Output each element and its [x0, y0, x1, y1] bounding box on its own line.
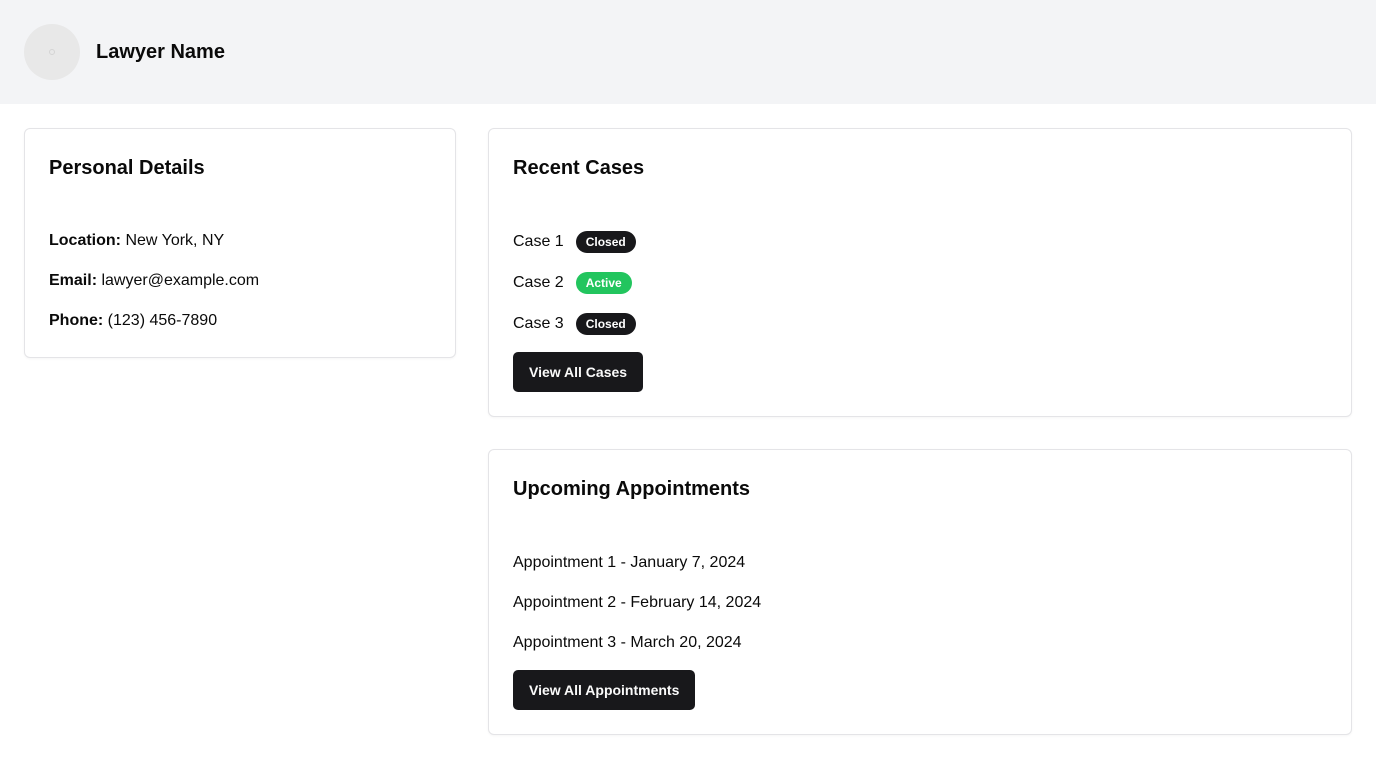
case-item[interactable]: Case 3 Closed: [513, 312, 636, 336]
appointment-item: Appointment 2 - February 14, 2024: [513, 594, 762, 611]
phone-label: Phone:: [49, 312, 104, 329]
location-label: Location:: [49, 232, 121, 249]
phone-value: (123) 456-7890: [107, 312, 218, 329]
case-name: Case 2: [513, 274, 564, 291]
lawyer-name: Lawyer Name: [96, 41, 225, 63]
case-item[interactable]: Case 1 Closed: [513, 230, 636, 254]
upcoming-appointments-card: Upcoming Appointments Appointment 1 - Ja…: [488, 449, 1352, 735]
profile-header: Lawyer Name: [0, 0, 1376, 104]
status-badge: Closed: [575, 313, 636, 335]
case-name: Case 3: [513, 315, 564, 332]
appointment-item: Appointment 3 - March 20, 2024: [513, 634, 742, 651]
status-badge: Closed: [575, 231, 636, 253]
personal-details-title: Personal Details: [49, 157, 205, 179]
phone-row: Phone: (123) 456-7890: [49, 311, 217, 331]
avatar-placeholder-icon: [49, 49, 55, 55]
email-row: Email: lawyer@example.com: [49, 271, 259, 291]
recent-cases-card: Recent Cases Case 1 Closed Case 2 Active…: [488, 128, 1352, 417]
email-label: Email:: [49, 272, 98, 289]
view-all-appointments-button[interactable]: View All Appointments: [513, 670, 696, 710]
upcoming-appointments-title: Upcoming Appointments: [513, 478, 751, 500]
recent-cases-title: Recent Cases: [513, 157, 645, 179]
status-badge: Active: [575, 272, 632, 294]
email-value: lawyer@example.com: [101, 272, 260, 289]
view-all-cases-button[interactable]: View All Cases: [513, 352, 644, 392]
case-item[interactable]: Case 2 Active: [513, 271, 632, 295]
location-row: Location: New York, NY: [49, 231, 224, 251]
case-name: Case 1: [513, 233, 564, 250]
location-value: New York, NY: [125, 232, 225, 249]
appointment-item: Appointment 1 - January 7, 2024: [513, 554, 746, 571]
personal-details-card: Personal Details Location: New York, NY …: [24, 128, 456, 358]
avatar: [24, 24, 80, 80]
